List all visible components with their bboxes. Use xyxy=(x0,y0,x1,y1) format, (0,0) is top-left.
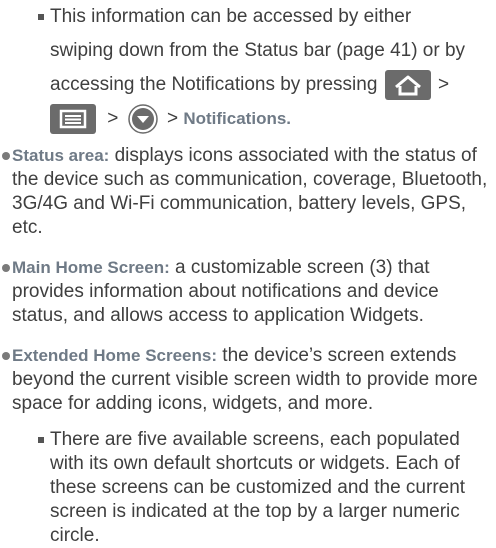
five-screens-subitem: There are five available screens, each p… xyxy=(38,428,488,548)
gt-separator: > xyxy=(107,108,119,129)
chevron-circle-icon xyxy=(127,104,158,134)
status-area-item: Status area: displays icons associated w… xyxy=(2,144,490,240)
item-term: Main Home Screen: xyxy=(12,258,170,277)
notifications-label: Notifications. xyxy=(183,109,292,128)
home-key-icon xyxy=(384,69,431,100)
item-term: Extended Home Screens: xyxy=(12,346,218,365)
subitem-line-4: > > Notifications. xyxy=(50,102,490,136)
main-home-screen-item: Main Home Screen: a customizable screen … xyxy=(2,256,490,328)
round-bullet xyxy=(2,352,10,360)
manual-page: This information can be accessed by eith… xyxy=(0,0,496,546)
round-bullet xyxy=(2,152,10,160)
gt-separator: > xyxy=(166,108,179,129)
round-bullet xyxy=(2,264,10,272)
subitem-line-1: This information can be accessed by eith… xyxy=(50,6,412,27)
subitem-line-3: accessing the Notifications by pressing … xyxy=(50,68,490,102)
square-bullet xyxy=(38,14,44,20)
extended-home-screens-item: Extended Home Screens: the device’s scre… xyxy=(2,344,490,416)
subitem-text: There are five available screens, each p… xyxy=(50,429,466,546)
gt-separator: > xyxy=(437,74,450,95)
subitem-line-2: swiping down from the Status bar (page 4… xyxy=(50,40,466,61)
notifications-access-subitem: This information can be accessed by eith… xyxy=(38,0,490,136)
menu-key-icon xyxy=(50,103,96,134)
square-bullet xyxy=(38,437,44,443)
subitem-line-3-text: accessing the Notifications by pressing xyxy=(50,74,378,95)
item-term: Status area: xyxy=(12,146,110,165)
